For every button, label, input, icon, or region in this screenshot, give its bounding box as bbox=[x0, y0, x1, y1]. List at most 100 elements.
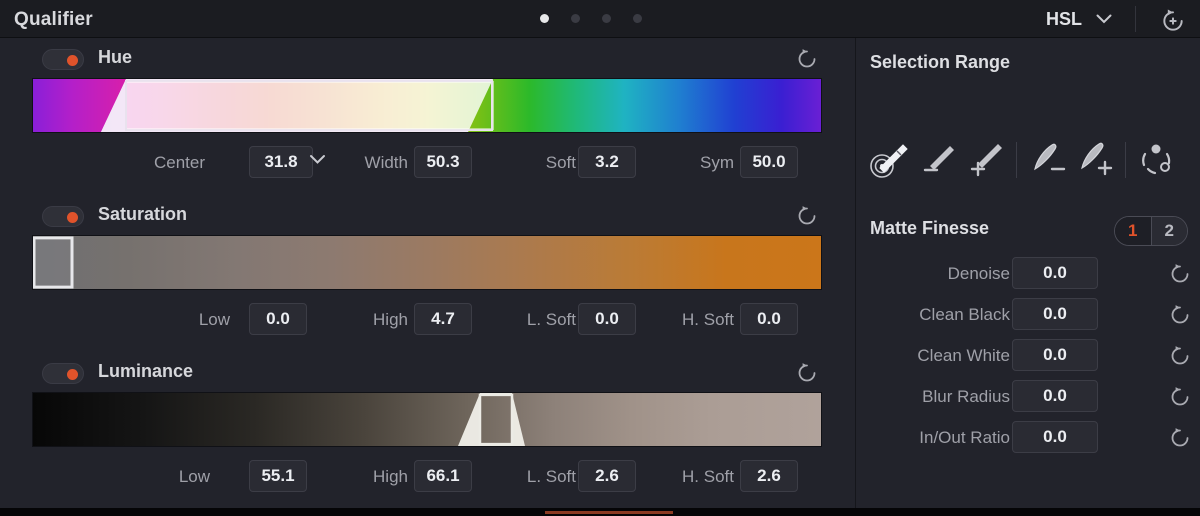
saturation-hsoft-value: 0.0 bbox=[757, 309, 781, 328]
selection-range-title: Selection Range bbox=[870, 52, 1011, 72]
denoise-label: Denoise bbox=[947, 264, 1010, 283]
denoise-value: 0.0 bbox=[1043, 263, 1067, 282]
hue-width-label: Width bbox=[364, 153, 408, 172]
denoise-row: Denoise 0.0 bbox=[856, 255, 1200, 295]
titlebar-divider bbox=[1135, 6, 1136, 32]
luminance-title: Luminance bbox=[98, 361, 194, 381]
saturation-reset-icon[interactable] bbox=[795, 204, 819, 228]
luminance-high-label: High bbox=[373, 467, 408, 486]
clean-white-field[interactable]: 0.0 bbox=[1012, 339, 1098, 371]
clean-black-field[interactable]: 0.0 bbox=[1012, 298, 1098, 330]
saturation-spectrum[interactable] bbox=[32, 235, 822, 290]
matte-finesse-title: Matte Finesse bbox=[870, 218, 990, 238]
brush-minus-icon[interactable] bbox=[1023, 137, 1071, 183]
saturation-section: Saturation Low 0.0 High 4.7 L. Soft 0.0 bbox=[0, 195, 855, 335]
in-out-ratio-label: In/Out Ratio bbox=[919, 428, 1010, 447]
matte-finesse-page-1[interactable]: 1 bbox=[1115, 217, 1151, 245]
page-dot-2[interactable] bbox=[571, 14, 580, 23]
picker-minus-icon[interactable] bbox=[914, 137, 962, 183]
luminance-spectrum[interactable] bbox=[32, 392, 822, 447]
clean-black-row: Clean Black 0.0 bbox=[856, 296, 1200, 336]
blur-radius-reset-icon[interactable] bbox=[1168, 385, 1192, 409]
hue-header: Hue bbox=[0, 38, 855, 78]
saturation-header: Saturation bbox=[0, 195, 855, 235]
clean-white-value: 0.0 bbox=[1043, 345, 1067, 364]
luminance-toggle[interactable] bbox=[42, 363, 84, 384]
blur-radius-value: 0.0 bbox=[1043, 386, 1067, 405]
toolbar-divider-1 bbox=[1016, 142, 1017, 178]
saturation-toggle[interactable] bbox=[42, 206, 84, 227]
luminance-reset-icon[interactable] bbox=[795, 361, 819, 385]
hue-spectrum[interactable] bbox=[32, 78, 822, 133]
luminance-hsoft-label: H. Soft bbox=[682, 467, 734, 486]
blur-radius-field[interactable]: 0.0 bbox=[1012, 380, 1098, 412]
luminance-toggle-knob bbox=[67, 369, 78, 380]
picker-plus-icon[interactable] bbox=[962, 137, 1010, 183]
right-panel: Selection Range Matte Finesse 1 2 Denois… bbox=[856, 38, 1200, 516]
selection-range-toolbar bbox=[866, 134, 1196, 186]
denoise-reset-icon[interactable] bbox=[1168, 262, 1192, 286]
luminance-section: Luminance Low 55.1 High 66.1 L. Soft 2.6… bbox=[0, 352, 855, 492]
matte-finesse-page-2[interactable]: 2 bbox=[1150, 217, 1187, 245]
luminance-lsoft-label: L. Soft bbox=[526, 467, 576, 486]
in-out-ratio-value: 0.0 bbox=[1043, 427, 1067, 446]
brush-plus-icon[interactable] bbox=[1071, 137, 1119, 183]
hue-center-label: Center bbox=[153, 153, 205, 172]
matte-finesse-pager[interactable]: 1 2 bbox=[1114, 216, 1188, 246]
chevron-down-icon bbox=[1096, 14, 1112, 24]
hue-reset-icon[interactable] bbox=[795, 47, 819, 71]
denoise-field[interactable]: 0.0 bbox=[1012, 257, 1098, 289]
luminance-hsoft-field[interactable]: 2.6 bbox=[740, 460, 798, 492]
hue-toggle[interactable] bbox=[42, 49, 84, 70]
saturation-hsoft-label: H. Soft bbox=[682, 310, 734, 329]
luminance-header: Luminance bbox=[0, 352, 855, 392]
hue-fields: Center 31.8 Width 50.3 Soft 3.2 Sym 50.0 bbox=[0, 143, 855, 183]
saturation-hsoft-field[interactable]: 0.0 bbox=[740, 303, 798, 335]
toolbar-divider-2 bbox=[1125, 142, 1126, 178]
clean-white-row: Clean White 0.0 bbox=[856, 337, 1200, 377]
clean-black-reset-icon[interactable] bbox=[1168, 303, 1192, 327]
page-dot-4[interactable] bbox=[633, 14, 642, 23]
page-dot-3[interactable] bbox=[602, 14, 611, 23]
hue-sym-value: 50.0 bbox=[752, 152, 786, 171]
bottom-accent-indicator bbox=[545, 511, 673, 514]
picker-target-icon[interactable] bbox=[866, 137, 914, 183]
hue-sym-field[interactable]: 50.0 bbox=[740, 146, 798, 178]
in-out-ratio-field[interactable]: 0.0 bbox=[1012, 421, 1098, 453]
titlebar: Qualifier HSL bbox=[0, 0, 1200, 38]
hue-sym-label: Sym bbox=[700, 153, 734, 172]
luminance-fields: Low 55.1 High 66.1 L. Soft 2.6 H. Soft 2… bbox=[0, 457, 855, 497]
hue-section: Hue Center 31.8 Width 50.3 Soft 3.2 Sym … bbox=[0, 38, 855, 178]
mode-dropdown[interactable]: HSL bbox=[1046, 0, 1122, 38]
clean-black-label: Clean Black bbox=[919, 305, 1010, 324]
reset-all-icon[interactable] bbox=[1160, 8, 1186, 34]
hue-title: Hue bbox=[98, 47, 133, 67]
saturation-selection-range[interactable] bbox=[33, 236, 822, 289]
in-out-ratio-row: In/Out Ratio 0.0 bbox=[856, 419, 1200, 459]
saturation-fields: Low 0.0 High 4.7 L. Soft 0.0 H. Soft 0.0 bbox=[0, 300, 855, 340]
saturation-high-label: High bbox=[373, 310, 408, 329]
qualifier-controls: Hue Center 31.8 Width 50.3 Soft 3.2 Sym … bbox=[0, 38, 855, 516]
clean-black-value: 0.0 bbox=[1043, 304, 1067, 323]
luminance-hsoft-value: 2.6 bbox=[757, 466, 781, 485]
hue-selection-window bbox=[101, 79, 493, 132]
saturation-low-label: Low bbox=[198, 310, 230, 329]
saturation-title: Saturation bbox=[98, 204, 188, 224]
mode-label: HSL bbox=[1046, 8, 1082, 29]
refine-nodes-icon[interactable] bbox=[1132, 137, 1180, 183]
luminance-selection-range[interactable] bbox=[33, 393, 822, 446]
hue-toggle-knob bbox=[67, 55, 78, 66]
saturation-toggle-knob bbox=[67, 212, 78, 223]
blur-radius-row: Blur Radius 0.0 bbox=[856, 378, 1200, 418]
saturation-lsoft-label: L. Soft bbox=[526, 310, 576, 329]
blur-radius-label: Blur Radius bbox=[922, 387, 1010, 406]
page-dots[interactable] bbox=[540, 14, 642, 23]
clean-white-reset-icon[interactable] bbox=[1168, 344, 1192, 368]
matte-finesse-header: Matte Finesse 1 2 bbox=[856, 216, 1200, 248]
clean-white-label: Clean White bbox=[917, 346, 1010, 365]
page-title: Qualifier bbox=[14, 9, 93, 30]
hue-soft-label: Soft bbox=[545, 153, 576, 172]
page-dot-1[interactable] bbox=[540, 14, 549, 23]
in-out-ratio-reset-icon[interactable] bbox=[1168, 426, 1192, 450]
qualifier-panel: Qualifier HSL Hue Center 31.8 Width 50.3… bbox=[0, 0, 1200, 516]
